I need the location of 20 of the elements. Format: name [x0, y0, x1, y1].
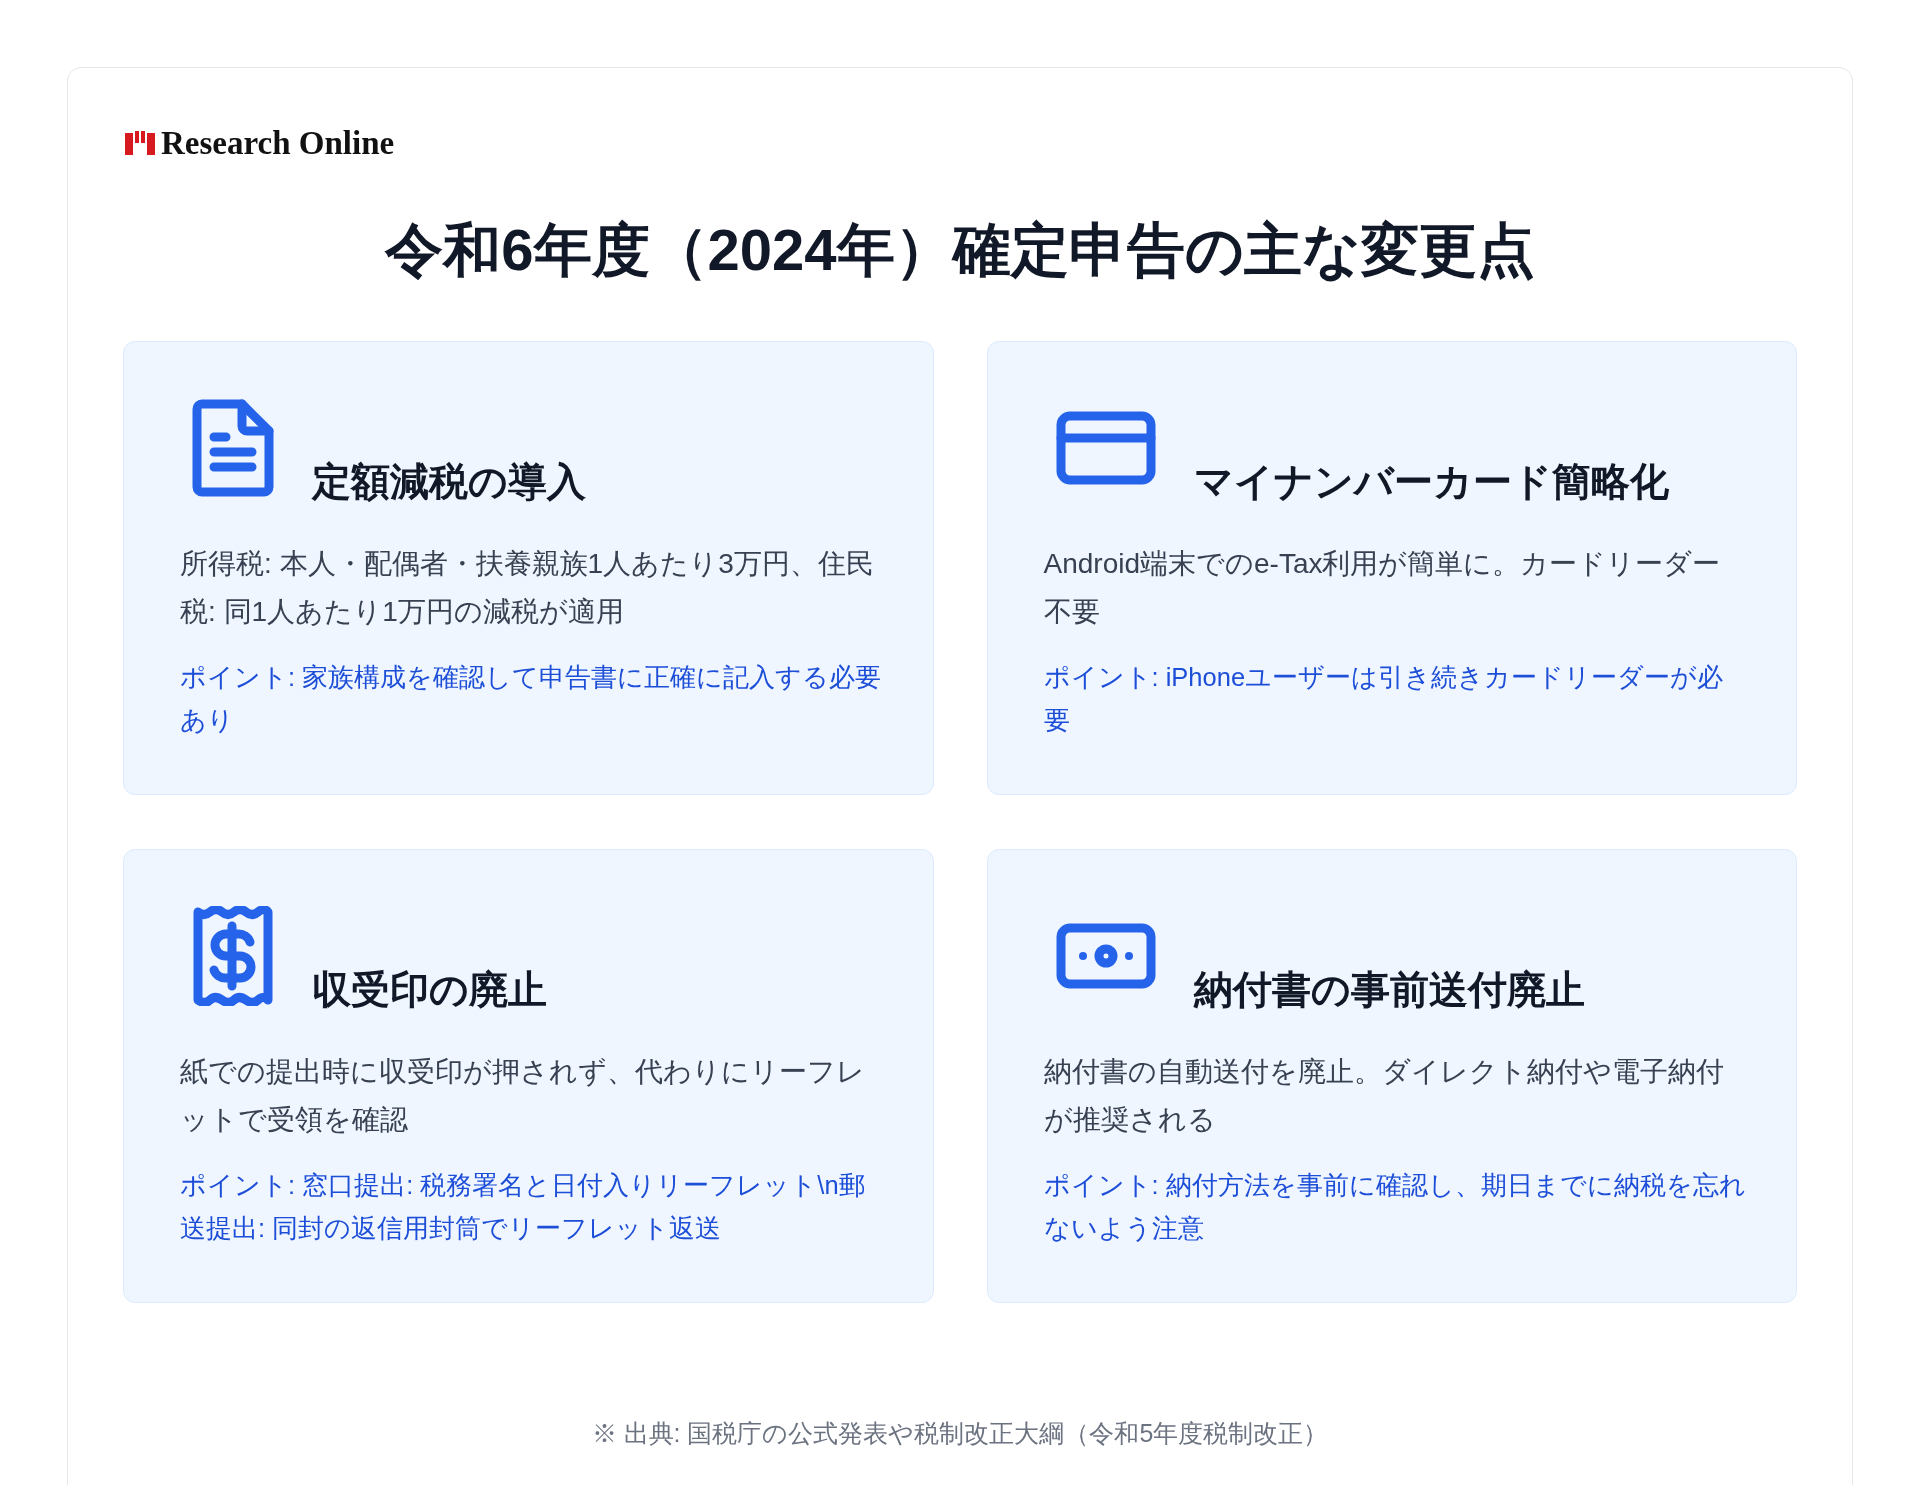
cash-icon	[1055, 922, 1156, 989]
document-icon	[192, 398, 274, 497]
card-point-note: ポイント: iPhoneユーザーは引き続きカードリーダーが必要	[1043, 661, 1725, 736]
card-description: 所得税: 本人・配偶者・扶養親族1人あたり3万円、住民税: 同1人あたり1万円の減税が適用	[180, 546, 875, 629]
dollar-receipt-icon	[192, 905, 274, 1006]
card-description: Android端末でのe-Tax利用が簡単に。カードリーダー不要	[1043, 546, 1722, 629]
card-point-note: ポイント: 家族構成を確認して申告書に正確に記入する必要あり	[180, 661, 883, 736]
card-description: 納付書の自動送付を廃止。ダイレクト納付や電子納付が推奨される	[1043, 1054, 1725, 1137]
card-title: 定額減税の導入	[312, 458, 586, 505]
logo-text: Research Online	[161, 126, 395, 160]
card-title: マイナンバーカード簡略化	[1193, 458, 1669, 505]
credit-card-icon	[1055, 410, 1156, 485]
card-description: 紙での提出時に収受印が押されず、代わりにリーフレットで受領を確認	[180, 1054, 866, 1137]
card-title: 収受印の廃止	[312, 966, 547, 1013]
logo-icon	[123, 129, 157, 157]
card-title: 納付書の事前送付廃止	[1193, 966, 1585, 1013]
page-title: 令和6年度（2024年）確定申告の主な変更点	[383, 216, 1536, 284]
source-footnote: ※ 出典: 国税庁の公式発表や税制改正大綱（令和5年度税制改正）	[590, 1417, 1330, 1449]
card-point-note: ポイント: 窓口提出: 税務署名と日付入りリーフレット\n郵送提出: 同封の返信用封筒でリーフレット返送	[180, 1169, 866, 1244]
card-point-note: ポイント: 納付方法を事前に確認し、期日までに納税を忘れないよう注意	[1043, 1169, 1746, 1244]
